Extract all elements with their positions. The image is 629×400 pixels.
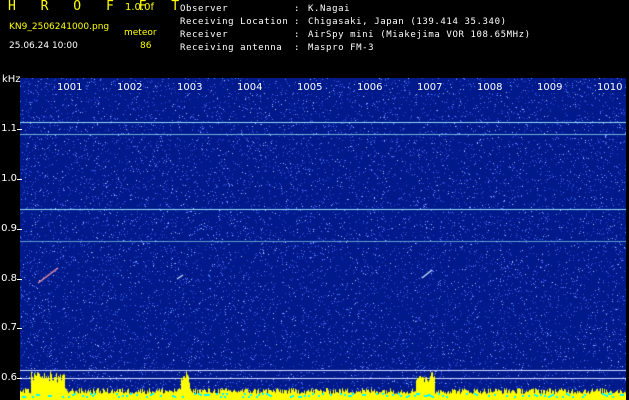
y-tick-label: 0.9	[1, 223, 17, 234]
info-value: Maspro FM-3	[308, 43, 375, 53]
info-row-antenna: Receiving antenna: Maspro FM-3	[180, 42, 531, 55]
x-tick-label: 1009	[536, 82, 564, 93]
y-tick-mark	[17, 179, 22, 180]
x-tick-label: 1001	[56, 82, 84, 93]
version-label: 1.0.0f	[125, 2, 154, 13]
info-key: Receiver	[180, 30, 229, 40]
info-value: AirSpy mini (Miakejima VOR 108.65MHz)	[308, 30, 531, 40]
timestamp: 25.06.24 10:00	[9, 41, 78, 51]
y-tick-label: 1.0	[1, 173, 17, 184]
x-tick-label: 1004	[236, 82, 264, 93]
x-tick-label: 1008	[476, 82, 504, 93]
y-tick-label: 0.7	[1, 322, 17, 333]
info-value: Chigasaki, Japan (139.414 35.340)	[308, 17, 507, 27]
x-tick-label: 1005	[296, 82, 324, 93]
y-axis-unit: kHz	[2, 74, 21, 85]
info-row-receiver: Receiver: AirSpy mini (Miakejima VOR 108.…	[180, 29, 531, 42]
info-row-location: Receiving Location: Chigasaki, Japan (139…	[180, 16, 531, 29]
meteor-label: meteor	[124, 28, 157, 38]
info-value: K.Nagai	[308, 4, 351, 14]
x-tick-label: 1010	[596, 82, 624, 93]
x-tick-label: 1002	[116, 82, 144, 93]
header-panel: H R O F F T 1.0.0f KN9_2506241000.png me…	[0, 0, 629, 74]
info-sep: :	[294, 4, 301, 14]
y-tick-label: 0.6	[1, 372, 17, 383]
y-tick-label: 1.1	[1, 123, 17, 134]
y-tick-mark	[17, 129, 22, 130]
x-tick-label: 1007	[416, 82, 444, 93]
y-tick-mark	[17, 229, 22, 230]
meteor-count: 86	[140, 41, 152, 51]
y-tick-label: 0.8	[1, 273, 17, 284]
y-tick-mark	[17, 328, 22, 329]
y-tick-mark	[17, 279, 22, 280]
info-sep: :	[294, 30, 301, 40]
info-key: Receiving Location	[180, 17, 289, 27]
spectrogram-plot	[20, 78, 626, 400]
file-name: KN9_2506241000.png	[9, 22, 110, 32]
info-sep: :	[294, 43, 301, 53]
y-tick-mark	[17, 378, 22, 379]
info-key: Receiving antenna	[180, 43, 283, 53]
x-tick-label: 1003	[176, 82, 204, 93]
app-title: H R O F F T	[8, 0, 188, 14]
info-key: Observer	[180, 4, 229, 14]
x-tick-label: 1006	[356, 82, 384, 93]
info-row-observer: Observer: K.Nagai	[180, 3, 531, 16]
station-info: Observer: K.Nagai Receiving Location: Chig…	[180, 3, 531, 55]
info-sep: :	[294, 17, 301, 27]
